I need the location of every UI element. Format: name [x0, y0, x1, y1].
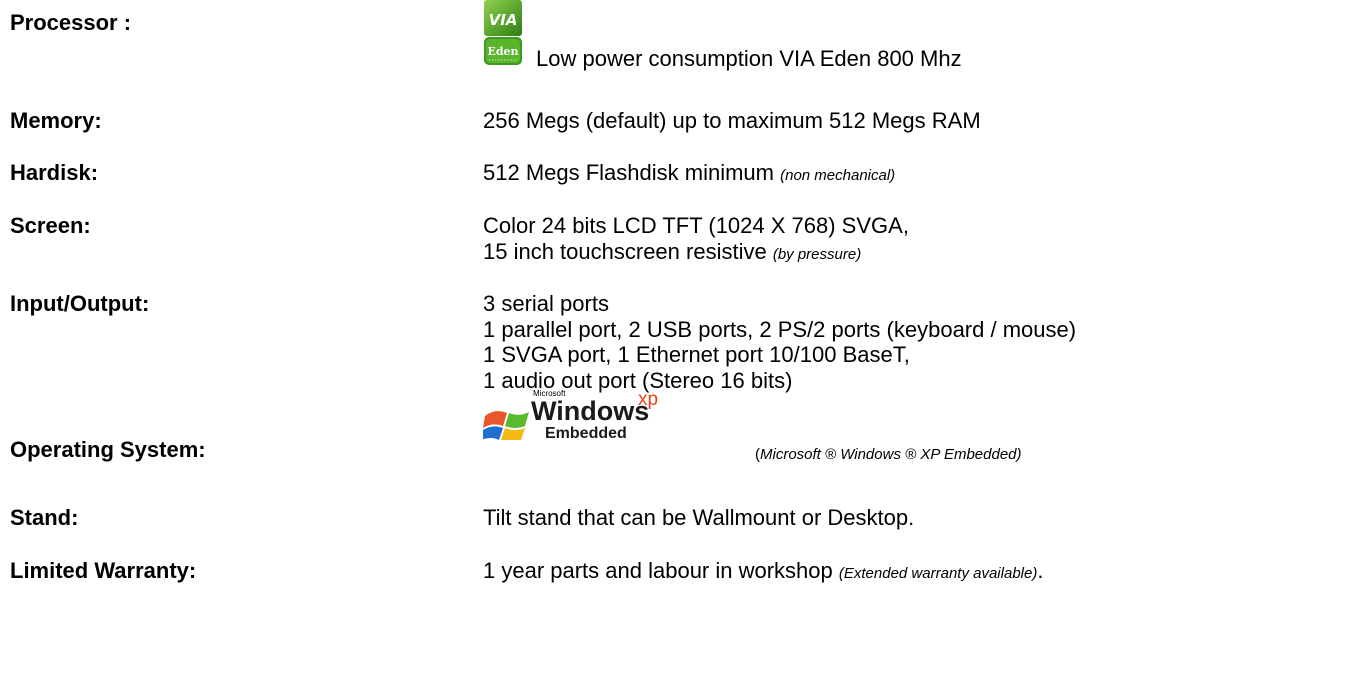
- svg-text:Eden: Eden: [487, 45, 518, 58]
- stand-label: Stand:: [10, 505, 79, 530]
- screen-line-1: Color 24 bits LCD TFT (1024 X 768) SVGA,: [483, 213, 909, 238]
- warranty-value-text: 1 year parts and labour in workshop: [483, 558, 833, 583]
- svg-text:Windows: Windows: [531, 396, 649, 426]
- memory-label: Memory:: [10, 108, 102, 133]
- screen-line-2: 15 inch touchscreen resistive (by pressu…: [483, 239, 861, 268]
- io-line-3: 1 SVGA port, 1 Ethernet port 10/100 Base…: [483, 342, 910, 367]
- screen-label: Screen:: [10, 213, 91, 238]
- hardisk-value: 512 Megs Flashdisk minimum (non mechanic…: [483, 160, 895, 189]
- screen-note: (by pressure): [772, 246, 862, 263]
- warranty-value: 1 year parts and labour in workshop (Ext…: [483, 558, 1043, 587]
- os-note-text: Microsoft ® Windows ® XP Embedded): [760, 446, 1022, 463]
- processor-label: Processor :: [10, 10, 132, 35]
- hardisk-note: (non mechanical): [780, 167, 896, 184]
- stand-value: Tilt stand that can be Wallmount or Desk…: [483, 505, 915, 530]
- memory-value: 256 Megs (default) up to maximum 512 Meg…: [483, 108, 981, 133]
- io-label: Input/Output:: [10, 291, 150, 316]
- warranty-end: .: [1037, 558, 1044, 583]
- os-label: Operating System:: [10, 437, 206, 462]
- via-eden-logo-graphic: VIA Eden: [484, 0, 522, 65]
- io-line-1: 3 serial ports: [483, 291, 609, 316]
- svg-text:xp: xp: [638, 389, 658, 410]
- screen-line-2-text: 15 inch touchscreen resistive: [483, 239, 767, 264]
- os-note: (Microsoft ® Windows ® XP Embedded): [755, 446, 1022, 464]
- windows-xp-embedded-logo: Microsoft Windows xp Embedded: [481, 386, 713, 442]
- svg-text:Embedded: Embedded: [545, 425, 627, 440]
- hardisk-value-text: 512 Megs Flashdisk minimum: [483, 160, 774, 185]
- warranty-label: Limited Warranty:: [10, 558, 197, 583]
- windows-xp-embedded-logo-graphic: Microsoft Windows xp Embedded: [481, 389, 658, 442]
- hardisk-label: Hardisk:: [10, 160, 99, 185]
- svg-text:VIA: VIA: [489, 11, 518, 29]
- via-eden-logo: VIA Eden: [483, 0, 523, 66]
- warranty-note: (Extended warranty available): [838, 565, 1038, 582]
- processor-value: Low power consumption VIA Eden 800 Mhz: [536, 46, 962, 71]
- io-line-2: 1 parallel port, 2 USB ports, 2 PS/2 por…: [483, 317, 1077, 342]
